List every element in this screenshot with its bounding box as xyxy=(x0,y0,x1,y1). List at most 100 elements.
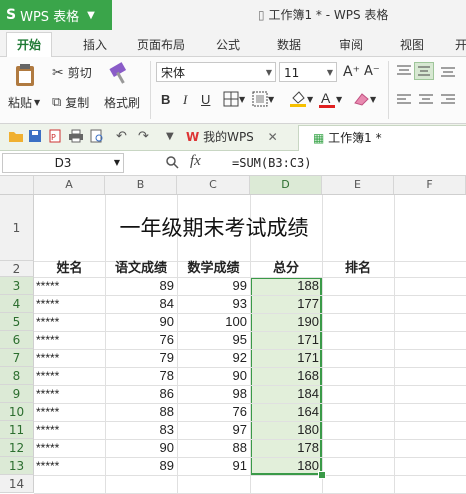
name-cell[interactable]: ***** xyxy=(34,313,105,331)
fill-handle[interactable] xyxy=(318,471,326,479)
bold-button[interactable]: B xyxy=(161,92,170,107)
fill-color-button[interactable]: ▼ xyxy=(289,90,313,108)
score-cell[interactable]: 92 xyxy=(177,349,250,367)
tab-formulas[interactable]: 公式 xyxy=(216,36,240,53)
row-header-3[interactable]: 3 xyxy=(0,277,34,295)
select-all-corner[interactable] xyxy=(0,176,34,194)
name-cell[interactable]: ***** xyxy=(34,385,105,403)
total-cell[interactable]: 178 xyxy=(250,439,322,457)
align-left-button[interactable] xyxy=(396,93,412,107)
header-cell[interactable]: 语文成绩 xyxy=(105,261,177,277)
export-pdf-icon[interactable]: P xyxy=(48,129,62,147)
tab-view[interactable]: 视图 xyxy=(400,36,424,53)
name-cell[interactable]: ***** xyxy=(34,457,105,475)
total-cell[interactable]: 188 xyxy=(250,277,322,295)
score-cell[interactable]: 76 xyxy=(177,403,250,421)
shrink-font-button[interactable]: A⁻ xyxy=(364,64,380,79)
paste-button[interactable]: 粘贴 ▼ xyxy=(8,94,40,111)
formula-input[interactable]: =SUM(B3:C3) xyxy=(232,151,311,175)
score-cell[interactable]: 90 xyxy=(105,313,177,331)
tab-data[interactable]: 数据 xyxy=(277,36,301,53)
insert-function-button[interactable]: fx xyxy=(190,153,201,170)
grow-font-button[interactable]: A⁺ xyxy=(343,64,360,80)
align-top-button[interactable] xyxy=(396,64,412,78)
tab-review[interactable]: 审阅 xyxy=(339,36,363,53)
score-cell[interactable]: 84 xyxy=(105,295,177,313)
row-header-14[interactable]: 14 xyxy=(0,475,34,493)
tab-more[interactable]: 开 xyxy=(455,36,466,53)
total-cell[interactable]: 180 xyxy=(250,457,322,475)
row-header-8[interactable]: 8 xyxy=(0,367,34,385)
name-box[interactable]: D3 ▼ xyxy=(2,153,124,173)
score-cell[interactable]: 91 xyxy=(177,457,250,475)
row-header-12[interactable]: 12 xyxy=(0,439,34,457)
column-header-b[interactable]: B xyxy=(105,176,177,194)
close-icon[interactable]: ✕ xyxy=(268,130,278,144)
row-header-6[interactable]: 6 xyxy=(0,331,34,349)
print-icon[interactable] xyxy=(68,129,84,147)
score-cell[interactable]: 88 xyxy=(177,439,250,457)
name-cell[interactable]: ***** xyxy=(34,277,105,295)
header-cell[interactable]: 姓名 xyxy=(34,261,105,277)
row-header-2[interactable]: 2 xyxy=(0,261,34,277)
score-cell[interactable]: 90 xyxy=(105,439,177,457)
customize-toolbar-icon[interactable]: ▼ xyxy=(166,131,174,142)
search-icon[interactable] xyxy=(165,155,179,172)
format-painter-icon[interactable] xyxy=(108,62,132,86)
italic-button[interactable]: I xyxy=(183,92,187,108)
column-header-d[interactable]: D xyxy=(250,176,322,194)
row-header-4[interactable]: 4 xyxy=(0,295,34,313)
score-cell[interactable]: 88 xyxy=(105,403,177,421)
header-cell[interactable]: 总分 xyxy=(250,261,322,277)
column-header-c[interactable]: C xyxy=(177,176,250,194)
score-cell[interactable]: 86 xyxy=(105,385,177,403)
save-icon[interactable] xyxy=(28,129,42,147)
score-cell[interactable]: 98 xyxy=(177,385,250,403)
clear-format-button[interactable]: ▼ xyxy=(352,91,376,107)
font-size-select[interactable]: 11 ▼ xyxy=(279,62,337,82)
name-cell[interactable]: ***** xyxy=(34,439,105,457)
cell-style-button[interactable]: ▼ xyxy=(252,91,274,107)
column-header-f[interactable]: F xyxy=(394,176,466,194)
name-cell[interactable]: ***** xyxy=(34,403,105,421)
total-cell[interactable]: 164 xyxy=(250,403,322,421)
row-header-1[interactable]: 1 xyxy=(0,195,34,261)
total-cell[interactable]: 171 xyxy=(250,331,322,349)
row-header-10[interactable]: 10 xyxy=(0,403,34,421)
total-cell[interactable]: 171 xyxy=(250,349,322,367)
tab-workbook[interactable]: ▦ 工作簿1 * xyxy=(298,125,466,151)
name-cell[interactable]: ***** xyxy=(34,421,105,439)
total-cell[interactable]: 168 xyxy=(250,367,322,385)
column-header-e[interactable]: E xyxy=(322,176,394,194)
name-cell[interactable]: ***** xyxy=(34,295,105,313)
tab-home[interactable]: 开始 xyxy=(6,32,53,57)
row-header-9[interactable]: 9 xyxy=(0,385,34,403)
undo-icon[interactable]: ↶ xyxy=(116,129,127,144)
score-cell[interactable]: 78 xyxy=(105,367,177,385)
tab-page-layout[interactable]: 页面布局 xyxy=(137,36,185,53)
app-menu-button[interactable]: S WPS 表格 ▼ xyxy=(0,0,112,30)
row-header-11[interactable]: 11 xyxy=(0,421,34,439)
font-color-button[interactable]: A ▼ xyxy=(318,89,342,109)
score-cell[interactable]: 89 xyxy=(105,277,177,295)
format-painter-button[interactable]: 格式刷 xyxy=(104,94,140,111)
paste-icon[interactable] xyxy=(10,62,44,88)
row-header-7[interactable]: 7 xyxy=(0,349,34,367)
name-cell[interactable]: ***** xyxy=(34,367,105,385)
align-bottom-button[interactable] xyxy=(440,64,456,78)
column-header-a[interactable]: A xyxy=(34,176,105,194)
score-cell[interactable]: 90 xyxy=(177,367,250,385)
align-middle-button[interactable] xyxy=(414,62,434,80)
underline-button[interactable]: U xyxy=(201,92,210,107)
score-cell[interactable]: 89 xyxy=(105,457,177,475)
print-preview-icon[interactable] xyxy=(90,129,104,147)
total-cell[interactable]: 190 xyxy=(250,313,322,331)
total-cell[interactable]: 184 xyxy=(250,385,322,403)
score-cell[interactable]: 97 xyxy=(177,421,250,439)
score-cell[interactable]: 95 xyxy=(177,331,250,349)
score-cell[interactable]: 100 xyxy=(177,313,250,331)
align-center-button[interactable] xyxy=(418,93,434,107)
tab-my-wps[interactable]: W 我的WPS ✕ xyxy=(186,124,278,150)
cut-button[interactable]: ✂ 剪切 xyxy=(52,64,92,81)
open-folder-icon[interactable] xyxy=(8,129,24,147)
